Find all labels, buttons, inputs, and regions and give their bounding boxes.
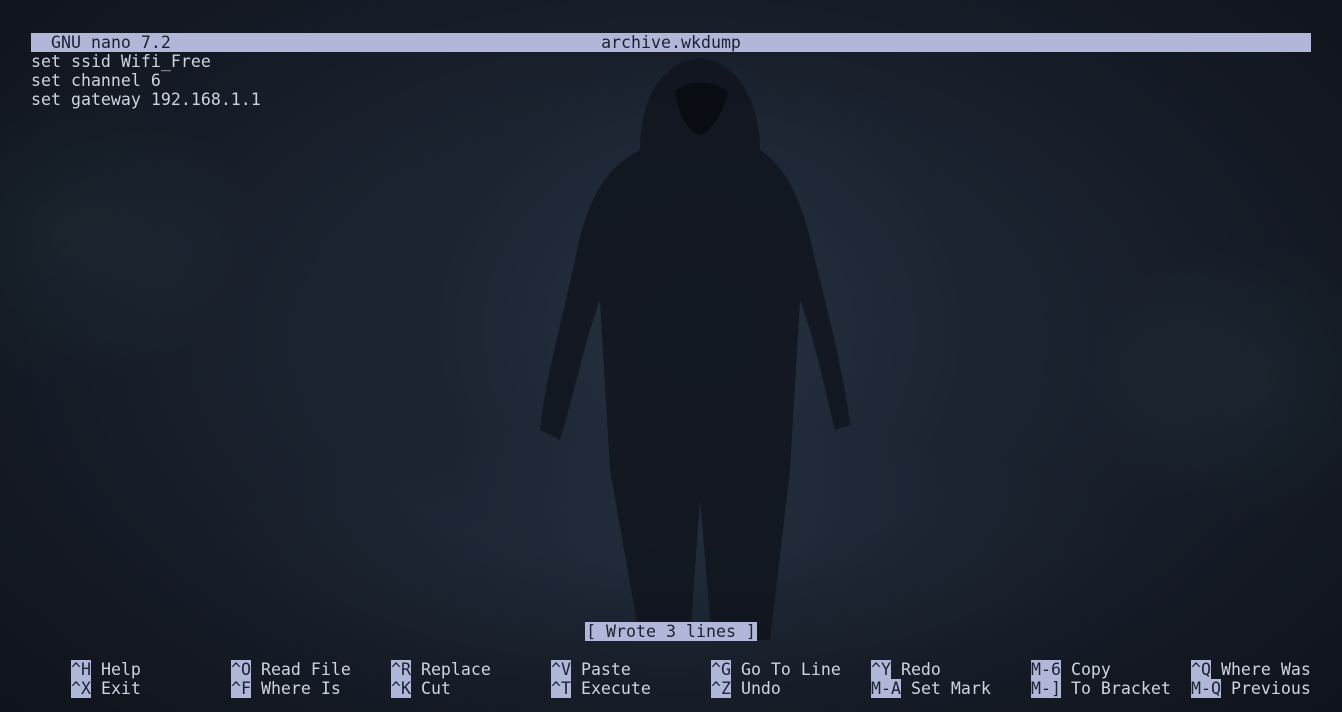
shortcut-key: ^T [550, 679, 571, 698]
title-bar: GNU nano 7.2 archive.wkdump [31, 33, 1311, 52]
editor-line-3[interactable]: set gateway 192.168.1.1 [31, 90, 261, 109]
shortcut-label: Previous [1230, 679, 1311, 698]
shortcut-execute[interactable]: ^T Execute [511, 660, 651, 698]
shortcut-where-was[interactable]: ^Q Where Was [1151, 641, 1311, 679]
shortcut-key: M-] [1030, 679, 1061, 698]
editor-line-2[interactable]: set channel 6 [31, 71, 161, 90]
shortcut-label: Where Is [260, 679, 341, 698]
status-message: [ Wrote 3 lines ] [0, 622, 1342, 641]
shortcut-key: ^F [230, 679, 251, 698]
terminal-window[interactable]: GNU nano 7.2 archive.wkdump set ssid Wif… [0, 0, 1342, 712]
shortcut-key: M-A [870, 679, 901, 698]
shortcut-label: Execute [580, 679, 651, 698]
shortcut-help[interactable]: ^H Help [31, 641, 141, 679]
status-text: [ Wrote 3 lines ] [585, 622, 757, 641]
shortcut-copy[interactable]: M-6 Copy [991, 641, 1111, 679]
shortcut-label: Cut [420, 679, 451, 698]
shortcut-redo[interactable]: ^Y Redo [831, 641, 941, 679]
shortcut-label: Set Mark [910, 679, 991, 698]
shortcut-to-bracket[interactable]: M-] To Bracket [991, 660, 1171, 698]
shortcut-label: Exit [100, 679, 141, 698]
shortcut-key: ^Z [710, 679, 731, 698]
shortcut-key: M-Q [1190, 679, 1221, 698]
shortcut-exit[interactable]: ^X Exit [31, 660, 141, 698]
shortcut-label: Undo [740, 679, 781, 698]
shortcut-set-mark[interactable]: M-A Set Mark [831, 660, 991, 698]
shortcut-key: ^X [70, 679, 91, 698]
shortcut-read-file[interactable]: ^O Read File [191, 641, 351, 679]
shortcut-key: ^K [390, 679, 411, 698]
shortcut-previous[interactable]: M-Q Previous [1151, 660, 1311, 698]
shortcut-paste[interactable]: ^V Paste [511, 641, 631, 679]
file-name: archive.wkdump [601, 33, 741, 52]
shortcut-where-is[interactable]: ^F Where Is [191, 660, 341, 698]
shortcut-cut[interactable]: ^K Cut [351, 660, 451, 698]
editor-line-1[interactable]: set ssid Wifi_Free [31, 52, 211, 71]
shortcut-go-to-line[interactable]: ^G Go To Line [671, 641, 841, 679]
shortcut-undo[interactable]: ^Z Undo [671, 660, 781, 698]
shortcut-replace[interactable]: ^R Replace [351, 641, 491, 679]
